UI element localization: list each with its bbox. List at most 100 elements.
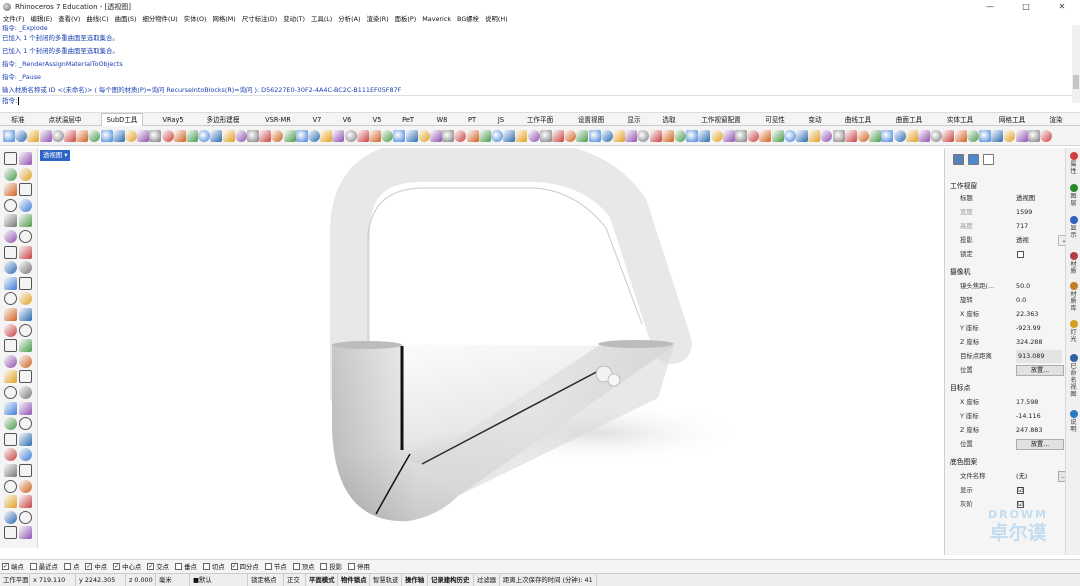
tab-select[interactable]: 选取: [659, 114, 679, 126]
command-input[interactable]: 指令:: [0, 95, 1072, 107]
menu-file[interactable]: 文件(F): [3, 14, 24, 23]
tool-command-icon[interactable]: [271, 130, 284, 142]
osnap-checkbox[interactable]: ✓: [147, 563, 155, 570]
modeling-tool-icon[interactable]: [19, 495, 32, 509]
menu-tools[interactable]: 工具(L): [311, 14, 332, 23]
menu-bg-bolt[interactable]: BG螺栓: [457, 14, 479, 23]
tool-command-icon[interactable]: [686, 130, 699, 142]
tool-command-icon[interactable]: [503, 130, 516, 142]
menu-transform[interactable]: 变动(T): [283, 14, 305, 23]
close-button[interactable]: ✕: [1044, 0, 1080, 13]
tab-v5[interactable]: V5: [369, 114, 385, 126]
osnap-checkbox[interactable]: [63, 563, 71, 570]
tool-command-icon[interactable]: [137, 130, 150, 142]
modeling-tool-icon[interactable]: [4, 386, 17, 399]
status-item[interactable]: 距离上次保存的时间 (分钟): 41: [500, 573, 597, 586]
tab-solid-tools[interactable]: 实体工具: [942, 114, 978, 126]
modeling-tool-icon[interactable]: [19, 354, 32, 368]
side-tab[interactable]: 已命名视图: [1068, 354, 1079, 398]
modeling-tool-icon[interactable]: [19, 214, 32, 228]
tab-vsr-mr[interactable]: VSR-MR: [259, 114, 297, 126]
tool-command-icon[interactable]: [76, 130, 89, 142]
tool-command-icon[interactable]: [3, 130, 15, 142]
scrollbar-thumb[interactable]: [1073, 75, 1079, 89]
tab-surface-tools[interactable]: 曲面工具: [891, 114, 927, 126]
modeling-tool-icon[interactable]: [4, 276, 17, 290]
tab-subd-tools[interactable]: SubD工具: [101, 113, 143, 126]
tool-command-icon[interactable]: [332, 130, 345, 142]
modeling-tool-icon[interactable]: [4, 167, 17, 181]
tool-command-icon[interactable]: [649, 130, 662, 142]
modeling-tool-icon[interactable]: [4, 230, 17, 243]
side-tab[interactable]: 图层: [1068, 184, 1079, 207]
tab-v7[interactable]: V7: [309, 114, 325, 126]
tool-command-icon[interactable]: [320, 130, 333, 142]
tool-command-icon[interactable]: [112, 130, 125, 142]
tool-command-icon[interactable]: [991, 130, 1004, 142]
menu-curve[interactable]: 曲线(C): [86, 14, 108, 23]
osnap-item[interactable]: ✓ 四分点: [230, 562, 259, 571]
lock-checkbox[interactable]: [1017, 251, 1024, 258]
prop-value[interactable]: 22.363: [1016, 308, 1038, 321]
tool-command-icon[interactable]: [588, 130, 601, 142]
modeling-tool-icon[interactable]: [4, 292, 17, 306]
modeling-tool-icon[interactable]: [19, 261, 32, 275]
tool-command-icon[interactable]: [222, 130, 235, 142]
side-tab[interactable]: 显示: [1068, 216, 1079, 239]
tool-command-icon[interactable]: [771, 130, 784, 142]
modeling-tool-icon[interactable]: [19, 152, 32, 165]
modeling-tool-icon[interactable]: [19, 510, 32, 524]
menu-view[interactable]: 查看(V): [58, 14, 80, 23]
tool-command-icon[interactable]: [405, 130, 418, 142]
minimize-button[interactable]: —: [972, 0, 1008, 13]
osnap-item[interactable]: ✓ 端点: [2, 562, 24, 571]
tool-command-icon[interactable]: [515, 130, 528, 142]
tool-command-icon[interactable]: [796, 130, 808, 142]
modeling-tool-icon[interactable]: [19, 386, 32, 399]
tab-layer[interactable]: 点状温层中: [43, 114, 87, 126]
status-item[interactable]: 操作轴: [402, 573, 428, 586]
modeling-tool-icon[interactable]: [4, 354, 17, 368]
osnap-item[interactable]: ✓ 中心点: [113, 562, 141, 571]
tool-command-icon[interactable]: [637, 130, 650, 142]
osnap-item[interactable]: 最近点: [29, 562, 58, 571]
osnap-item[interactable]: 垂点: [175, 562, 197, 571]
modeling-tool-icon[interactable]: [19, 276, 32, 290]
side-tab[interactable]: 属性: [1068, 152, 1079, 175]
place-target-button[interactable]: 放置...: [1016, 439, 1064, 450]
menu-analyze[interactable]: 分析(A): [338, 14, 360, 23]
tab-render[interactable]: 渲染: [1043, 114, 1069, 126]
tool-command-icon[interactable]: [210, 130, 223, 142]
modeling-tool-icon[interactable]: [4, 261, 17, 275]
modeling-tool-icon[interactable]: [4, 464, 17, 477]
status-item[interactable]: 过滤器: [474, 573, 500, 586]
modeling-tool-icon[interactable]: [4, 308, 17, 321]
tab-display[interactable]: 显示: [624, 114, 644, 126]
menu-solid[interactable]: 实体(O): [184, 14, 207, 23]
tab-pet[interactable]: PeT: [398, 114, 418, 126]
tool-command-icon[interactable]: [783, 130, 796, 142]
tool-command-icon[interactable]: [942, 130, 955, 142]
tool-command-icon[interactable]: [393, 130, 406, 142]
modeling-tool-icon[interactable]: [19, 370, 32, 384]
osnap-checkbox[interactable]: ✓: [85, 563, 93, 570]
modeling-tool-icon[interactable]: [4, 495, 17, 509]
tool-command-icon[interactable]: [930, 130, 943, 142]
tool-command-icon[interactable]: [64, 130, 76, 142]
menu-maverick[interactable]: Maverick: [422, 15, 451, 23]
tab-transform[interactable]: 变动: [804, 114, 826, 126]
tool-command-icon[interactable]: [527, 130, 540, 142]
modeling-tool-icon[interactable]: [19, 432, 32, 446]
modeling-tool-icon[interactable]: [19, 198, 32, 212]
tool-command-icon[interactable]: [747, 130, 760, 142]
osnap-item[interactable]: 停用: [348, 562, 370, 571]
modeling-tool-icon[interactable]: [4, 401, 17, 415]
modeling-tool-icon[interactable]: [4, 432, 17, 446]
menu-subd[interactable]: 细分物件(U): [142, 14, 177, 23]
modeling-tool-icon[interactable]: [4, 198, 17, 212]
osnap-item[interactable]: ✓ 交点: [147, 562, 169, 571]
modeling-tool-icon[interactable]: [4, 183, 17, 197]
osnap-item[interactable]: 点: [63, 562, 79, 571]
tab-pt[interactable]: PT: [464, 114, 480, 126]
modeling-tool-icon[interactable]: [4, 370, 17, 384]
